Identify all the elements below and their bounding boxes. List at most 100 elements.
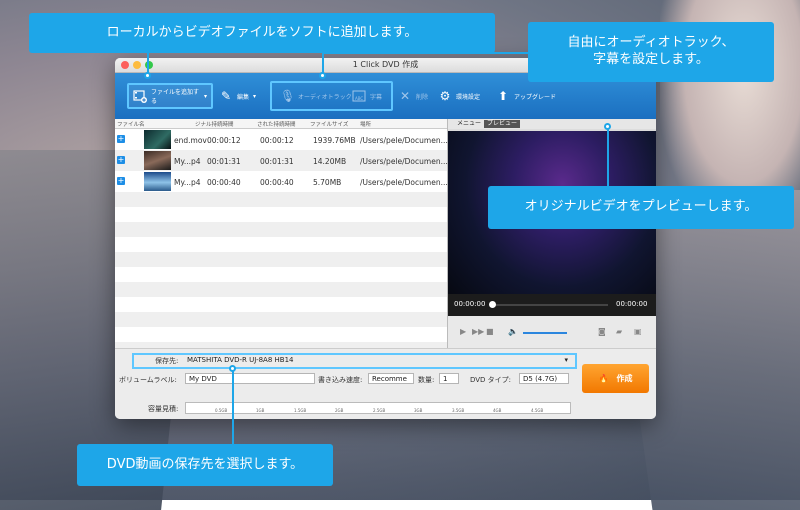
dvd-type-label: DVD タイプ:	[470, 376, 512, 384]
file-name: end.mov	[174, 136, 207, 145]
file-list[interactable]: ファイル名 ジナル持続時間 された持続時間 ファイルサイズ 場所 + end.m…	[115, 119, 448, 357]
preview-tabs: メニュー プレビュー	[448, 119, 656, 129]
expand-plus-icon[interactable]: +	[117, 177, 125, 185]
volume-icon: 🔈	[508, 327, 518, 336]
write-speed-select[interactable]: Recomme	[368, 373, 414, 384]
quantity-stepper[interactable]: 1	[439, 373, 459, 384]
col-new-duration[interactable]: された持続時間	[257, 120, 296, 128]
preview-panel: メニュー プレビュー 00:00:00 00:00:00 ▶ ▶▶ ■ 🔈 ◙ …	[448, 119, 656, 348]
edit-button[interactable]: ✎ 編集 ▾	[219, 83, 256, 109]
callout-line	[607, 128, 609, 186]
minimize-window-button[interactable]	[133, 61, 141, 69]
orig-duration: 00:00:40	[207, 178, 241, 187]
magic-wand-icon: ✎	[220, 89, 232, 103]
window-title: 1 Click DVD 作成	[352, 60, 419, 69]
tab-preview[interactable]: プレビュー	[484, 120, 521, 128]
gear-icon: ⚙	[439, 89, 451, 103]
col-size[interactable]: ファイルサイズ	[310, 120, 348, 128]
callout-preview: オリジナルビデオをプレビューします。	[488, 186, 794, 229]
delete-button[interactable]: ✕ 削除	[398, 83, 428, 109]
file-location: /Users/pele/Documen...	[360, 136, 448, 145]
ruler-tick: 4.5GB	[531, 408, 544, 413]
file-list-header: ファイル名 ジナル持続時間 された持続時間 ファイルサイズ 場所	[115, 119, 447, 129]
ruler-tick: 3.5GB	[452, 408, 465, 413]
callout-dot	[229, 365, 236, 372]
fast-forward-icon[interactable]: ▶▶	[472, 327, 484, 336]
dvd-type-select[interactable]: D5 (4.7G)	[519, 373, 569, 384]
col-location[interactable]: 場所	[360, 120, 371, 128]
expand-plus-icon[interactable]: +	[117, 135, 125, 143]
create-button[interactable]: 🔥 作成	[582, 364, 649, 393]
playback-controls: ▶ ▶▶ ■ 🔈 ◙ ▰ ▣	[448, 316, 656, 348]
current-time: 00:00:00	[454, 300, 486, 308]
file-rows: + end.mov 00:00:12 00:00:12 1939.76MB /U…	[115, 129, 448, 192]
preferences-button[interactable]: ⚙ 環境設定	[438, 83, 480, 109]
video-thumbnail	[144, 151, 171, 170]
audio-track-label: オーディオトラック	[298, 93, 352, 101]
stop-icon[interactable]: ■	[486, 327, 494, 336]
subtitle-button[interactable]: ABC 字幕	[352, 83, 382, 109]
seek-bar[interactable]	[492, 304, 608, 306]
audio-track-button[interactable]: 🎙 オーディオトラック	[280, 83, 352, 109]
seek-handle[interactable]	[489, 301, 496, 308]
col-filename[interactable]: ファイル名	[117, 120, 145, 128]
folder-icon[interactable]: ▰	[616, 327, 622, 336]
file-location: /Users/pele/Documen...	[360, 178, 448, 187]
orig-duration: 00:01:31	[207, 157, 241, 166]
empty-row-stripes	[115, 192, 447, 357]
chevron-down-icon: ▾	[203, 92, 207, 100]
callout-dot	[319, 72, 326, 79]
snapshot-icon[interactable]: ◙	[598, 327, 606, 336]
callout-dot	[144, 72, 151, 79]
fire-icon: 🔥	[598, 374, 609, 383]
ruler-tick: 4GB	[493, 408, 502, 413]
destination-value: MATSHITA DVD-R UJ-8A8 HB14	[187, 356, 294, 364]
callout-add-local: ローカルからビデオファイルをソフトに追加します。	[29, 13, 495, 53]
ruler-tick: 1GB	[256, 408, 265, 413]
bottom-settings: 保存先: MATSHITA DVD-R UJ-8A8 HB14 ▾ ボリュームラ…	[115, 348, 656, 419]
volume-label-label: ボリュームラベル:	[119, 376, 177, 384]
image-icon[interactable]: ▣	[634, 327, 642, 336]
write-speed-label: 書き込み速度:	[318, 376, 363, 384]
ruler-tick: 0.5GB	[215, 408, 228, 413]
upload-icon: ⬆	[497, 89, 509, 103]
main-content: ファイル名 ジナル持続時間 された持続時間 ファイルサイズ 場所 + end.m…	[115, 119, 656, 357]
playback-timeline: 00:00:00 00:00:00	[448, 294, 656, 316]
tab-menu[interactable]: メニュー	[454, 120, 484, 128]
destination-label: 保存先:	[155, 357, 179, 365]
upgrade-label: アップグレード	[514, 93, 557, 101]
orig-duration: 00:00:12	[207, 136, 241, 145]
ruler-tick: 2GB	[335, 408, 344, 413]
quantity-label: 数量:	[418, 376, 435, 384]
volume-slider[interactable]	[523, 332, 567, 334]
close-window-button[interactable]	[121, 61, 129, 69]
table-row[interactable]: + My...p4 00:01:31 00:01:31 14.20MB /Use…	[115, 150, 448, 171]
file-size: 5.70MB	[313, 178, 342, 187]
file-size: 1939.76MB	[313, 136, 356, 145]
volume-label-input[interactable]: My DVD	[185, 373, 315, 384]
ruler-tick: 3GB	[414, 408, 423, 413]
callout-destination: DVD動画の保存先を選択します。	[77, 444, 333, 486]
film-add-icon	[133, 89, 147, 103]
video-thumbnail	[144, 172, 171, 191]
delete-label: 削除	[416, 93, 429, 101]
app-window: 1 Click DVD 作成 ファイルを追加する ▾ ✎ 編集 ▾ 🎙 オーディ…	[115, 58, 656, 419]
delete-icon: ✕	[399, 89, 411, 103]
callout-line	[232, 370, 234, 444]
capacity-meter: 0.5GB 1GB 1.5GB 2GB 2.5GB 3GB 3.5GB 4GB …	[185, 402, 571, 414]
upgrade-button[interactable]: ⬆ アップグレード	[496, 83, 556, 109]
table-row[interactable]: + end.mov 00:00:12 00:00:12 1939.76MB /U…	[115, 129, 448, 150]
destination-select[interactable]: MATSHITA DVD-R UJ-8A8 HB14 ▾	[184, 355, 574, 366]
edit-label: 編集	[237, 93, 250, 101]
file-location: /Users/pele/Documen...	[360, 157, 448, 166]
expand-plus-icon[interactable]: +	[117, 156, 125, 164]
add-file-button[interactable]: ファイルを追加する ▾	[127, 83, 213, 109]
svg-text:ABC: ABC	[355, 96, 363, 101]
video-thumbnail	[144, 130, 171, 149]
callout-line	[322, 52, 528, 54]
subtitle-label: 字幕	[370, 93, 383, 101]
table-row[interactable]: + My...p4 00:00:40 00:00:40 5.70MB /User…	[115, 171, 448, 192]
play-icon[interactable]: ▶	[460, 327, 466, 336]
chevron-down-icon: ▾	[253, 92, 257, 100]
col-orig-duration[interactable]: ジナル持続時間	[195, 120, 234, 128]
